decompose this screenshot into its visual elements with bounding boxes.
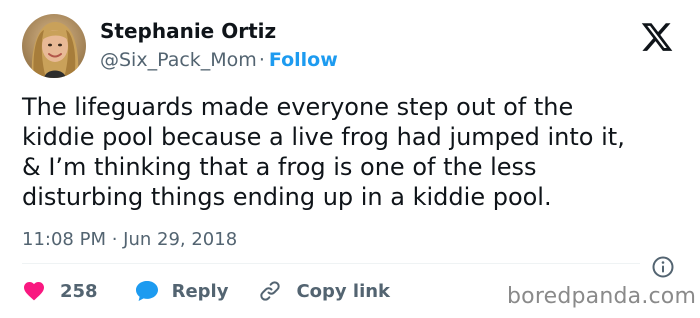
copy-link-button[interactable]: Copy link: [258, 279, 390, 303]
like-button[interactable]: 258: [22, 279, 98, 303]
link-icon: [258, 279, 282, 303]
author-name[interactable]: Stephanie Ortiz: [100, 18, 276, 44]
watermark: boredpanda.com: [507, 284, 697, 309]
action-bar: 258 Reply Copy link: [22, 276, 390, 306]
reply-button[interactable]: Reply: [134, 279, 229, 303]
avatar-image: [22, 14, 86, 78]
follow-button[interactable]: Follow: [269, 49, 338, 71]
author-handle-row: @Six_Pack_Mom · Follow: [100, 47, 338, 73]
copy-link-label: Copy link: [296, 280, 391, 302]
handle-separator: ·: [258, 49, 265, 71]
speech-bubble-icon: [134, 279, 160, 303]
divider: [22, 263, 640, 264]
author-handle[interactable]: @Six_Pack_Mom: [100, 49, 257, 71]
reply-label: Reply: [171, 280, 229, 302]
tweet-card: Stephanie Ortiz @Six_Pack_Mom · Follow The…: [0, 0, 700, 318]
x-logo-icon[interactable]: [640, 20, 674, 54]
heart-icon: [22, 279, 46, 303]
avatar[interactable]: [22, 14, 86, 78]
tweet-timestamp[interactable]: 11:08 PM · Jun 29, 2018: [22, 228, 237, 252]
tweet-text: The lifeguards made everyone step out of…: [22, 93, 625, 211]
info-icon[interactable]: [651, 255, 675, 279]
like-count: 258: [60, 280, 98, 302]
